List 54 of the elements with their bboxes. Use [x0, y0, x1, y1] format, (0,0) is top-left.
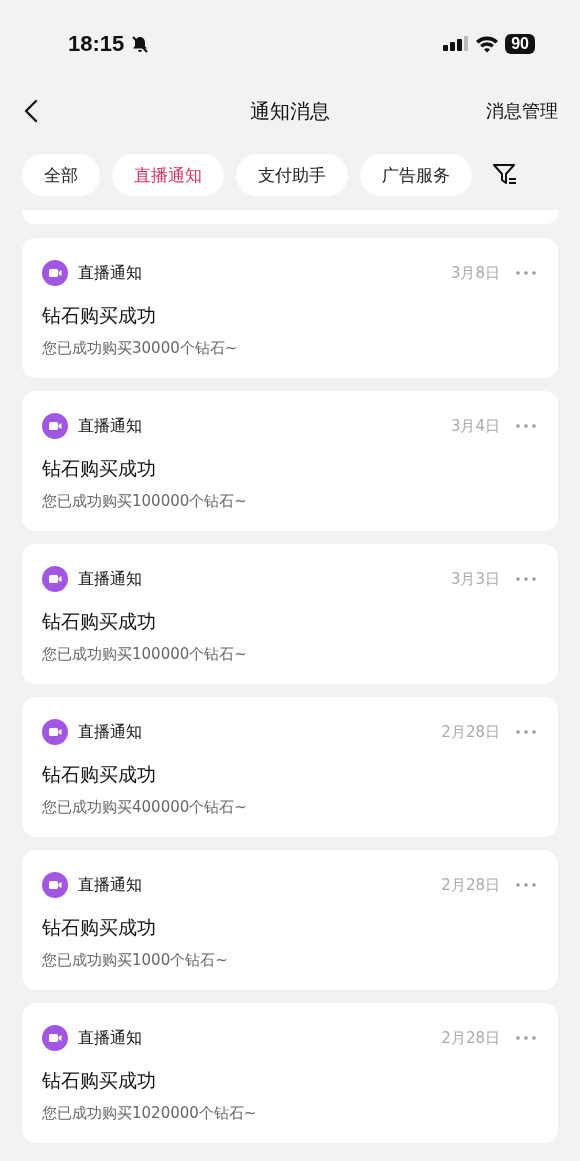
source-label: 直播通知	[78, 262, 142, 284]
status-time: 18:15	[68, 31, 125, 57]
notification-date: 2月28日	[441, 722, 500, 742]
notification-date: 2月28日	[441, 1028, 500, 1048]
source-label: 直播通知	[78, 1027, 142, 1049]
notification-date: 3月8日	[450, 263, 500, 283]
notification-body: 您已成功购买1020000个钻石~	[42, 1104, 258, 1123]
video-camera-icon	[42, 413, 68, 439]
notification-title: 钻石购买成功	[42, 915, 157, 940]
notification-title: 钻石购买成功	[42, 762, 157, 787]
notification-title: 钻石购买成功	[42, 1068, 157, 1093]
notification-card[interactable]: 直播通知 3月8日 钻石购买成功 您已成功购买30000个钻石~	[22, 238, 558, 378]
notification-date: 3月4日	[450, 416, 500, 436]
notification-card[interactable]: 直播通知 3月3日 钻石购买成功 您已成功购买100000个钻石~	[22, 544, 558, 684]
more-icon[interactable]	[516, 1036, 536, 1040]
notification-body: 您已成功购买400000个钻石~	[42, 798, 248, 817]
notification-title: 钻石购买成功	[42, 303, 157, 328]
notification-date: 2月28日	[441, 875, 500, 895]
source-label: 直播通知	[78, 568, 142, 590]
page-title: 通知消息	[250, 97, 330, 125]
notification-card[interactable]: 直播通知 2月28日 钻石购买成功 您已成功购买1000个钻石~	[22, 850, 558, 990]
notification-body: 您已成功购买30000个钻石~	[42, 339, 239, 358]
source-label: 直播通知	[78, 874, 142, 896]
notification-body: 您已成功购买100000个钻石~	[42, 492, 248, 511]
bell-muted-icon	[130, 34, 151, 54]
more-icon[interactable]	[516, 577, 536, 581]
filter-tab[interactable]: 广告服务	[360, 154, 472, 196]
wifi-icon	[475, 35, 500, 53]
notification-card[interactable]: 直播通知 2月28日 钻石购买成功 您已成功购买1020000个钻石~	[22, 1003, 558, 1143]
filter-tab[interactable]: 支付助手	[236, 154, 348, 196]
video-camera-icon	[42, 1025, 68, 1051]
notification-card[interactable]: 直播通知 3月4日 钻石购买成功 您已成功购买100000个钻石~	[22, 391, 558, 531]
more-icon[interactable]	[516, 271, 536, 275]
notification-card[interactable]: 直播通知 2月28日 钻石购买成功 您已成功购买400000个钻石~	[22, 697, 558, 837]
signal-icon	[443, 35, 470, 53]
more-icon[interactable]	[516, 883, 536, 887]
video-camera-icon	[42, 872, 68, 898]
video-camera-icon	[42, 566, 68, 592]
manage-link[interactable]: 消息管理	[486, 99, 558, 123]
notification-date: 3月3日	[450, 569, 500, 589]
battery-indicator: 90	[505, 34, 535, 54]
video-camera-icon	[42, 260, 68, 286]
source-label: 直播通知	[78, 415, 142, 437]
source-label: 直播通知	[78, 721, 142, 743]
back-icon[interactable]	[24, 99, 38, 123]
filter-tab[interactable]: 全部	[22, 154, 100, 196]
filter-tab[interactable]: 直播通知	[112, 154, 224, 196]
notification-title: 钻石购买成功	[42, 609, 157, 634]
more-icon[interactable]	[516, 424, 536, 428]
notification-body: 您已成功购买100000个钻石~	[42, 645, 248, 664]
notification-title: 钻石购买成功	[42, 456, 157, 481]
notification-body: 您已成功购买1000个钻石~	[42, 951, 229, 970]
more-icon[interactable]	[516, 730, 536, 734]
video-camera-icon	[42, 719, 68, 745]
